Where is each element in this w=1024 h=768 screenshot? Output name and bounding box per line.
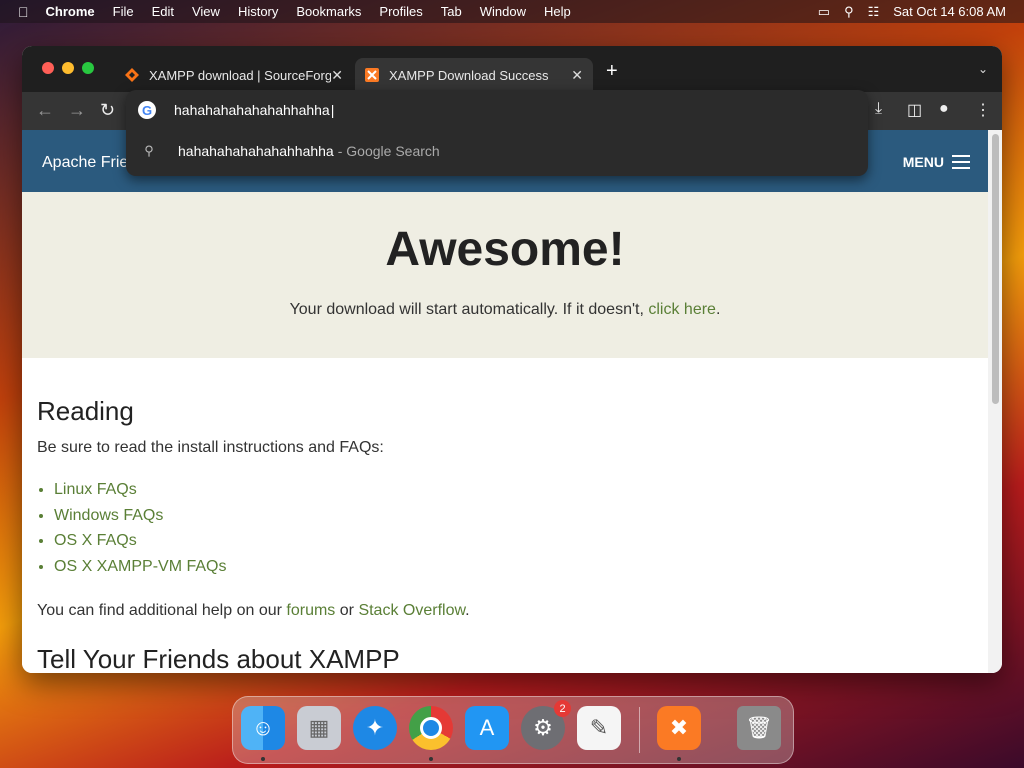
- menu-help[interactable]: Help: [535, 4, 580, 19]
- close-tab-icon[interactable]: ✕: [331, 67, 343, 84]
- forward-arrow-icon[interactable]: →: [68, 100, 86, 121]
- tell-friends-heading: Tell Your Friends about XAMPP: [37, 644, 400, 673]
- osx-faqs-link[interactable]: OS X FAQs: [54, 532, 137, 549]
- minimize-window-button[interactable]: [62, 62, 74, 74]
- list-item: OS X FAQs: [54, 528, 973, 554]
- macos-menu-bar:  Chrome File Edit View History Bookmark…: [0, 0, 1024, 23]
- menu-view[interactable]: View: [183, 4, 229, 19]
- osx-xampp-vm-faqs-link[interactable]: OS X XAMPP-VM FAQs: [54, 558, 226, 575]
- address-input[interactable]: hahahahahahahahhahha: [174, 102, 334, 118]
- tab-sourceforge[interactable]: XAMPP download | SourceForge ✕: [115, 58, 353, 92]
- xampp-favicon-icon: [365, 68, 379, 82]
- tab-search-chevron-icon[interactable]: ⌄: [978, 62, 988, 76]
- menu-profiles[interactable]: Profiles: [370, 4, 431, 19]
- dock-divider: [639, 707, 640, 753]
- reading-heading: Reading: [37, 396, 134, 426]
- forums-link[interactable]: forums: [286, 602, 335, 619]
- help-text-prefix: You can find additional help on our: [37, 602, 282, 619]
- menu-bookmarks[interactable]: Bookmarks: [287, 4, 370, 19]
- list-item: Linux FAQs: [54, 477, 973, 503]
- chrome-icon[interactable]: [409, 706, 453, 750]
- linux-faqs-link[interactable]: Linux FAQs: [54, 481, 137, 498]
- search-icon: ⚲: [144, 143, 154, 158]
- running-indicator: [261, 757, 265, 761]
- spotlight-search-icon[interactable]: ⚲: [844, 4, 854, 20]
- trash-icon[interactable]: 🗑: [737, 706, 781, 750]
- suggestion-suffix: - Google Search: [337, 143, 440, 159]
- web-page: Apache Frie MENU Awesome! Your download …: [22, 130, 988, 673]
- hero-text: Your download will start automatically. …: [22, 301, 988, 319]
- running-indicator: [429, 757, 433, 761]
- settings-badge: 2: [554, 700, 571, 717]
- help-text-or: or: [339, 602, 354, 619]
- stack-overflow-link[interactable]: Stack Overflow: [358, 602, 465, 619]
- app-store-icon[interactable]: A: [465, 706, 509, 750]
- downloads-icon[interactable]: ⤓: [875, 100, 882, 118]
- chrome-window: XAMPP download | SourceForge ✕ XAMPP Dow…: [22, 46, 1002, 673]
- xampp-icon[interactable]: ✖: [657, 706, 701, 750]
- list-item: Windows FAQs: [54, 503, 973, 529]
- menu-file[interactable]: File: [104, 4, 143, 19]
- hamburger-icon: [952, 155, 970, 169]
- safari-icon[interactable]: ✦: [353, 706, 397, 750]
- menubar-clock[interactable]: Sat Oct 14 6:08 AM: [893, 4, 1006, 19]
- control-center-icon[interactable]: ☷: [868, 4, 880, 20]
- list-item: OS X XAMPP-VM FAQs: [54, 554, 973, 580]
- screen-mirroring-icon[interactable]: ▭: [818, 4, 830, 20]
- hero-section: Awesome! Your download will start automa…: [22, 192, 988, 358]
- sourceforge-favicon-icon: [125, 68, 139, 82]
- help-period: .: [465, 602, 470, 619]
- address-bar[interactable]: G hahahahahahahahhahha: [126, 90, 868, 130]
- macos-dock: ☺ ▦ ✦ A ⚙ 2 ✎ ✖ 🗑: [232, 696, 794, 764]
- windows-faqs-link[interactable]: Windows FAQs: [54, 507, 163, 524]
- site-brand[interactable]: Apache Frie: [42, 154, 128, 172]
- page-scrollbar[interactable]: [988, 130, 1002, 673]
- menu-edit[interactable]: Edit: [143, 4, 183, 19]
- close-window-button[interactable]: [42, 62, 54, 74]
- menu-label: MENU: [902, 154, 944, 170]
- side-panel-icon[interactable]: ◫: [907, 100, 922, 120]
- click-here-link[interactable]: click here: [648, 301, 716, 318]
- tab-title: XAMPP Download Success: [389, 67, 549, 83]
- close-tab-icon[interactable]: ✕: [571, 67, 583, 84]
- omnibox-suggestion[interactable]: ⚲ hahahahahahahahhahha - Google Search: [126, 130, 868, 172]
- back-arrow-icon[interactable]: ←: [36, 100, 54, 121]
- tab-strip: XAMPP download | SourceForge ✕ XAMPP Dow…: [22, 46, 1002, 92]
- apple-menu-icon[interactable]: : [0, 4, 37, 20]
- page-content: Reading Be sure to read the install inst…: [22, 396, 988, 673]
- new-tab-plus-icon[interactable]: +: [606, 60, 618, 83]
- menu-tab[interactable]: Tab: [432, 4, 471, 19]
- running-indicator: [677, 757, 681, 761]
- tab-title: XAMPP download | SourceForge: [149, 67, 332, 83]
- hero-message: Your download will start automatically. …: [289, 301, 644, 318]
- menu-app-chrome[interactable]: Chrome: [37, 4, 104, 19]
- hero-title: Awesome!: [385, 223, 625, 276]
- chrome-center: [420, 717, 442, 739]
- hero-period: .: [715, 301, 721, 318]
- site-menu-button[interactable]: MENU: [903, 154, 970, 170]
- help-text: You can find additional help on our foru…: [37, 602, 973, 620]
- omnibox-dropdown: G hahahahahahahahhahha ⚲ hahahahahahahah…: [126, 90, 868, 176]
- profile-avatar-icon[interactable]: ●: [939, 100, 949, 118]
- finder-icon[interactable]: ☺: [241, 706, 285, 750]
- suggestion-query: hahahahahahahahhahha: [178, 143, 334, 159]
- menu-window[interactable]: Window: [471, 4, 535, 19]
- tab-xampp-success[interactable]: XAMPP Download Success ✕: [355, 58, 593, 92]
- google-icon: G: [138, 101, 156, 119]
- reading-text: Be sure to read the install instructions…: [37, 439, 384, 456]
- faq-list: Linux FAQs Windows FAQs OS X FAQs OS X X…: [37, 477, 973, 579]
- reload-icon[interactable]: ↻: [100, 100, 115, 121]
- zoom-window-button[interactable]: [82, 62, 94, 74]
- more-options-icon[interactable]: ⋮: [975, 100, 991, 120]
- scrollbar-thumb[interactable]: [992, 134, 999, 404]
- textedit-icon[interactable]: ✎: [577, 706, 621, 750]
- system-settings-icon[interactable]: ⚙ 2: [521, 700, 571, 750]
- menu-history[interactable]: History: [229, 4, 287, 19]
- launchpad-icon[interactable]: ▦: [297, 706, 341, 750]
